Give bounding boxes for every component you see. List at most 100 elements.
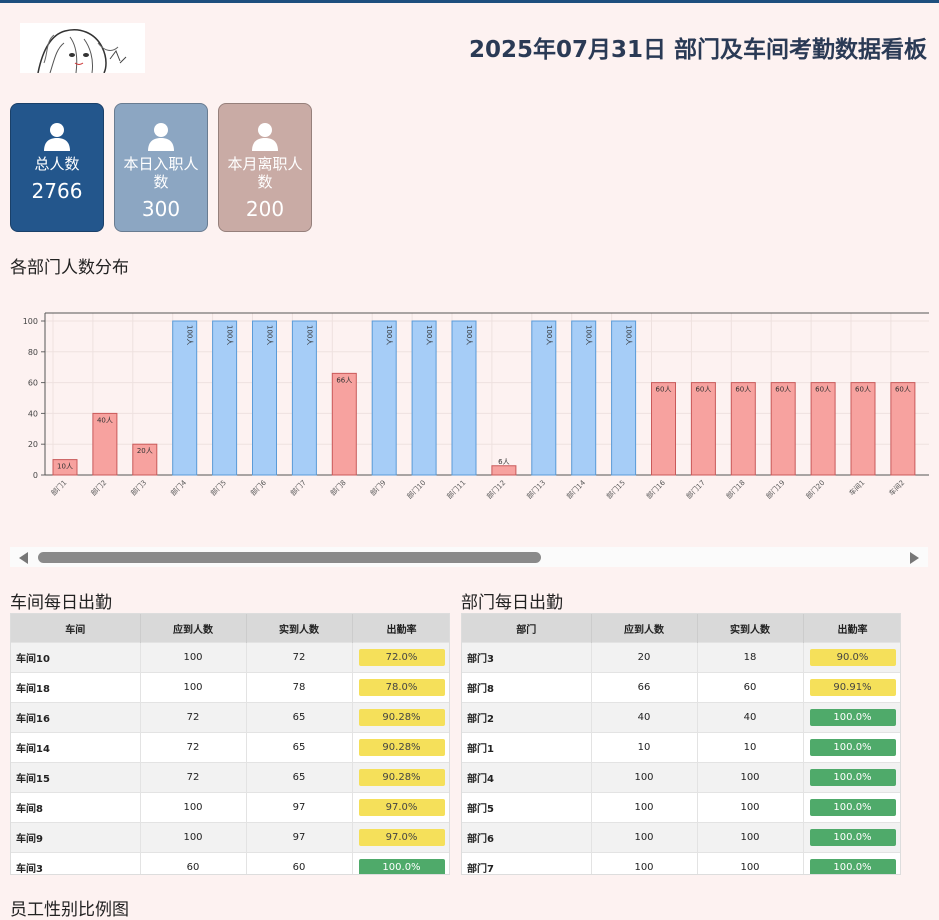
bar bbox=[890, 382, 916, 476]
row-name: 部门7 bbox=[462, 852, 592, 874]
row-name: 部门8 bbox=[462, 672, 592, 703]
column-header[interactable]: 出勤率 bbox=[352, 614, 449, 643]
count-cell: 97 bbox=[246, 792, 353, 823]
column-header[interactable]: 车间 bbox=[11, 614, 141, 643]
attendance-rate-cell: 90.28% bbox=[352, 732, 449, 763]
table-row: 车间9 100 97 97.0% bbox=[11, 822, 449, 853]
stat-label: 总人数 bbox=[34, 155, 80, 173]
bar bbox=[331, 372, 357, 476]
table-row: 部门2 40 40 100.0% bbox=[462, 702, 900, 733]
scroll-right-arrow-icon[interactable] bbox=[910, 552, 919, 564]
scrollbar-thumb[interactable] bbox=[38, 552, 541, 563]
x-tick-label: 部门13 bbox=[525, 478, 548, 501]
table-row: 车间16 72 65 90.28% bbox=[11, 702, 449, 733]
attendance-rate-cell: 97.0% bbox=[352, 792, 449, 823]
attendance-rate-badge: 100.0% bbox=[358, 859, 445, 874]
stat-value: 300 bbox=[141, 197, 181, 221]
x-tick-label: 部门12 bbox=[485, 478, 508, 501]
x-tick-label: 部门4 bbox=[169, 478, 189, 498]
chart-horizontal-scrollbar[interactable] bbox=[10, 547, 928, 567]
count-cell: 72 bbox=[140, 702, 247, 733]
bar-data-label: 100人 bbox=[186, 325, 194, 345]
dept-attendance-table[interactable]: 部门 应到人数 实到人数 出勤率 部门3 20 18 90.0% 部门8 66 60 90.91% 部… bbox=[461, 613, 901, 875]
attendance-rate-cell: 100.0% bbox=[803, 822, 900, 853]
count-cell: 10 bbox=[697, 732, 804, 763]
bar-data-label: 60人 bbox=[855, 386, 871, 394]
workshop-attendance-table[interactable]: 车间 应到人数 实到人数 出勤率 车间10 100 72 72.0% 车间18 100 78 78.… bbox=[10, 613, 450, 875]
count-cell: 100 bbox=[591, 852, 698, 874]
attendance-rate-badge: 100.0% bbox=[809, 739, 896, 756]
x-tick-label: 部门5 bbox=[209, 478, 228, 497]
x-tick-label: 部门8 bbox=[328, 478, 347, 497]
column-header[interactable]: 部门 bbox=[462, 614, 592, 643]
column-header[interactable]: 实到人数 bbox=[697, 614, 804, 643]
bar-data-label: 100人 bbox=[266, 325, 274, 345]
bar bbox=[850, 382, 876, 476]
row-name: 部门2 bbox=[462, 702, 592, 733]
bar bbox=[810, 382, 836, 476]
bar-data-label: 60人 bbox=[815, 386, 831, 394]
attendance-rate-badge: 78.0% bbox=[358, 679, 445, 696]
y-tick-label: 40 bbox=[28, 409, 38, 418]
bar-data-label: 10人 bbox=[57, 463, 73, 471]
count-cell: 97 bbox=[246, 822, 353, 853]
row-name: 部门5 bbox=[462, 792, 592, 823]
user-icon bbox=[252, 123, 278, 151]
attendance-rate-badge: 100.0% bbox=[809, 859, 896, 874]
attendance-rate-badge: 90.28% bbox=[358, 709, 445, 726]
page-title: 2025年07月31日 部门及车间考勤数据看板 bbox=[468, 37, 927, 63]
x-tick-label: 部门18 bbox=[724, 478, 747, 501]
x-tick-label: 部门11 bbox=[445, 478, 468, 501]
x-tick-label: 车间2 bbox=[887, 478, 906, 497]
bar-data-label: 20人 bbox=[137, 447, 153, 455]
stat-card-left-month: 本月离职人数 200 bbox=[218, 103, 312, 232]
row-name: 车间10 bbox=[11, 642, 141, 673]
column-header[interactable]: 应到人数 bbox=[140, 614, 247, 643]
count-cell: 72 bbox=[140, 762, 247, 793]
attendance-rate-badge: 90.91% bbox=[809, 679, 896, 696]
attendance-rate-cell: 90.0% bbox=[803, 642, 900, 673]
scroll-left-arrow-icon[interactable] bbox=[19, 552, 28, 564]
y-tick-label: 20 bbox=[28, 440, 38, 449]
row-name: 部门6 bbox=[462, 822, 592, 853]
bar-data-label: 6人 bbox=[498, 458, 509, 466]
section-title-gender-ratio: 员工性别比例图 bbox=[10, 900, 129, 920]
x-tick-label: 车间1 bbox=[847, 478, 866, 497]
x-tick-label: 部门1 bbox=[49, 478, 68, 497]
attendance-rate-badge: 100.0% bbox=[809, 799, 896, 816]
column-header[interactable]: 应到人数 bbox=[591, 614, 698, 643]
attendance-rate-cell: 100.0% bbox=[803, 732, 900, 763]
bar-data-label: 60人 bbox=[895, 386, 911, 394]
user-icon bbox=[148, 123, 174, 151]
row-name: 车间15 bbox=[11, 762, 141, 793]
table-row: 部门1 10 10 100.0% bbox=[462, 732, 900, 763]
stat-label: 本月离职人数 bbox=[227, 155, 303, 191]
attendance-rate-badge: 100.0% bbox=[809, 769, 896, 786]
count-cell: 72 bbox=[140, 732, 247, 763]
x-tick-label: 部门2 bbox=[89, 478, 108, 497]
column-header[interactable]: 出勤率 bbox=[803, 614, 900, 643]
stat-value: 200 bbox=[245, 197, 285, 221]
count-cell: 100 bbox=[697, 762, 804, 793]
count-cell: 60 bbox=[246, 852, 353, 874]
column-header[interactable]: 实到人数 bbox=[246, 614, 353, 643]
bar-data-label: 60人 bbox=[695, 386, 711, 394]
count-cell: 100 bbox=[697, 822, 804, 853]
table-row: 车间14 72 65 90.28% bbox=[11, 732, 449, 763]
y-tick-label: 80 bbox=[28, 348, 38, 357]
stat-value: 2766 bbox=[31, 179, 83, 203]
count-cell: 65 bbox=[246, 702, 353, 733]
x-tick-label: 部门19 bbox=[764, 478, 787, 501]
count-cell: 60 bbox=[697, 672, 804, 703]
bar-data-label: 66人 bbox=[336, 376, 352, 384]
bar-data-label: 40人 bbox=[97, 416, 113, 424]
attendance-rate-cell: 100.0% bbox=[803, 762, 900, 793]
stat-card-total: 总人数 2766 bbox=[10, 103, 104, 232]
x-tick-label: 部门17 bbox=[684, 478, 707, 501]
attendance-rate-badge: 97.0% bbox=[358, 829, 445, 846]
count-cell: 65 bbox=[246, 732, 353, 763]
x-tick-label: 部门20 bbox=[804, 478, 827, 501]
section-title-dept-daily: 部门每日出勤 bbox=[461, 593, 563, 613]
attendance-rate-cell: 97.0% bbox=[352, 822, 449, 853]
section-title-workshop-daily: 车间每日出勤 bbox=[10, 593, 112, 613]
